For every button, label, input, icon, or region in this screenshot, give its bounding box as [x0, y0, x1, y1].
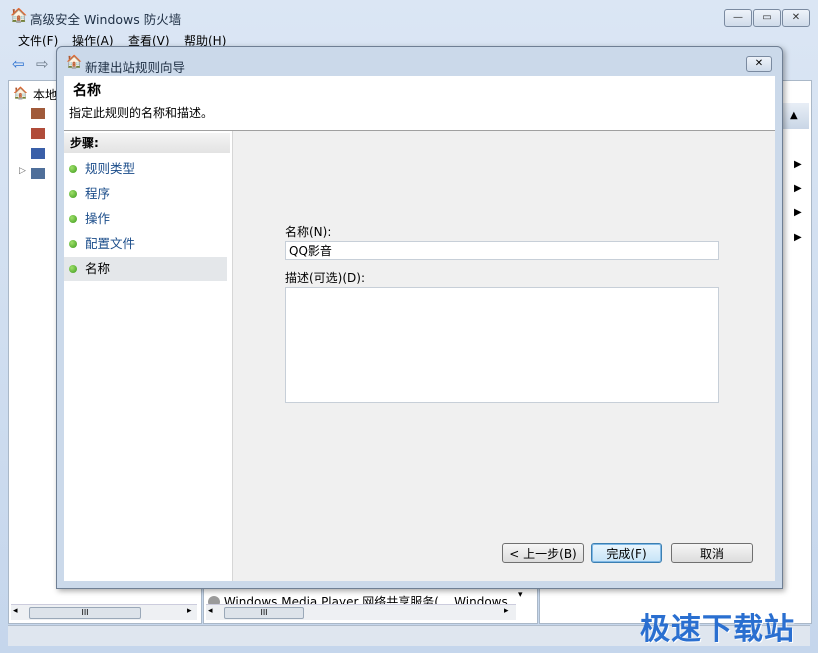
mid-horizontal-scrollbar[interactable]: ◂ III ▸: [206, 604, 516, 620]
step-complete-icon: [69, 240, 77, 248]
steps-panel: 步骤: 规则类型 程序 操作 配置文件 名称: [64, 131, 233, 581]
step-rule-type[interactable]: 规则类型: [64, 157, 227, 181]
submenu-arrow-icon[interactable]: ▶: [794, 159, 802, 170]
finish-button[interactable]: 完成(F): [591, 543, 662, 563]
description-input[interactable]: [285, 287, 719, 403]
minimize-button[interactable]: —: [724, 9, 752, 27]
dialog-close-button[interactable]: ✕: [746, 56, 772, 72]
monitoring-icon[interactable]: [31, 168, 45, 179]
window-title: 高级安全 Windows 防火墙: [30, 12, 182, 27]
page-title: 名称: [73, 83, 101, 99]
dialog-title: 新建出站规则向导: [85, 60, 186, 75]
step-program[interactable]: 程序: [64, 182, 227, 206]
description-label: 描述(可选)(D):: [285, 271, 366, 285]
step-label[interactable]: 规则类型: [85, 157, 135, 181]
submenu-arrow-icon[interactable]: ▶: [794, 232, 802, 243]
page-subtitle: 指定此规则的名称和描述。: [69, 106, 214, 120]
mid-scroll-left-icon[interactable]: ◂: [208, 606, 213, 616]
wizard-header: 名称 指定此规则的名称和描述。: [64, 76, 775, 131]
step-name: 名称: [64, 257, 227, 281]
scroll-down-icon[interactable]: ▾: [518, 590, 523, 600]
name-label: 名称(N):: [285, 225, 332, 239]
wizard-body: 步骤: 规则类型 程序 操作 配置文件 名称 名称(N): QQ影音 描述(可选…: [64, 131, 775, 581]
left-scroll-thumb[interactable]: III: [29, 607, 141, 619]
tree-root-icon: 🏠: [13, 86, 28, 100]
close-button[interactable]: ✕: [782, 9, 810, 27]
left-horizontal-scrollbar[interactable]: ◂ III ▸: [11, 604, 197, 620]
step-complete-icon: [69, 165, 77, 173]
firewall-app-icon: 🏠: [10, 8, 28, 24]
scroll-right-icon[interactable]: ▸: [187, 606, 192, 616]
maximize-button[interactable]: ▭: [753, 9, 781, 27]
new-outbound-rule-wizard: 🏠 新建出站规则向导 ✕ 名称 指定此规则的名称和描述。 步骤: 规则类型 程序…: [56, 46, 783, 589]
step-label: 名称: [85, 261, 111, 276]
step-action[interactable]: 操作: [64, 207, 227, 231]
forward-arrow-icon[interactable]: ⇨: [36, 55, 49, 73]
inbound-rules-icon[interactable]: [31, 108, 45, 119]
step-label[interactable]: 操作: [85, 207, 110, 231]
wizard-icon: 🏠: [66, 55, 83, 70]
form-area: 名称(N): 描述(可选)(D): < 上一步(B) 完成(F) 取消: [232, 131, 775, 581]
tree-root-label[interactable]: 本地: [33, 86, 57, 103]
outbound-rules-icon[interactable]: [31, 128, 45, 139]
mid-scroll-right-icon[interactable]: ▸: [504, 606, 509, 616]
step-complete-icon: [69, 190, 77, 198]
cancel-button[interactable]: 取消: [671, 543, 753, 563]
collapse-up-icon[interactable]: ▲: [790, 110, 798, 121]
step-label[interactable]: 程序: [85, 182, 110, 206]
back-button[interactable]: < 上一步(B): [502, 543, 584, 563]
step-current-icon: [69, 265, 77, 273]
watermark-logo: 极速下载站: [640, 612, 795, 647]
step-profile[interactable]: 配置文件: [64, 232, 227, 256]
connection-rules-icon[interactable]: [31, 148, 45, 159]
submenu-arrow-icon[interactable]: ▶: [794, 183, 802, 194]
name-input[interactable]: [285, 241, 719, 260]
scroll-left-icon[interactable]: ◂: [13, 606, 18, 616]
back-arrow-icon[interactable]: ⇦: [12, 55, 25, 73]
step-complete-icon: [69, 215, 77, 223]
mid-scroll-thumb[interactable]: III: [224, 607, 304, 619]
step-label[interactable]: 配置文件: [85, 232, 135, 256]
steps-title: 步骤:: [64, 133, 230, 153]
submenu-arrow-icon[interactable]: ▶: [794, 207, 802, 218]
expand-arrow-icon[interactable]: ▷: [19, 166, 26, 176]
menu-file[interactable]: 文件(F): [18, 32, 58, 49]
